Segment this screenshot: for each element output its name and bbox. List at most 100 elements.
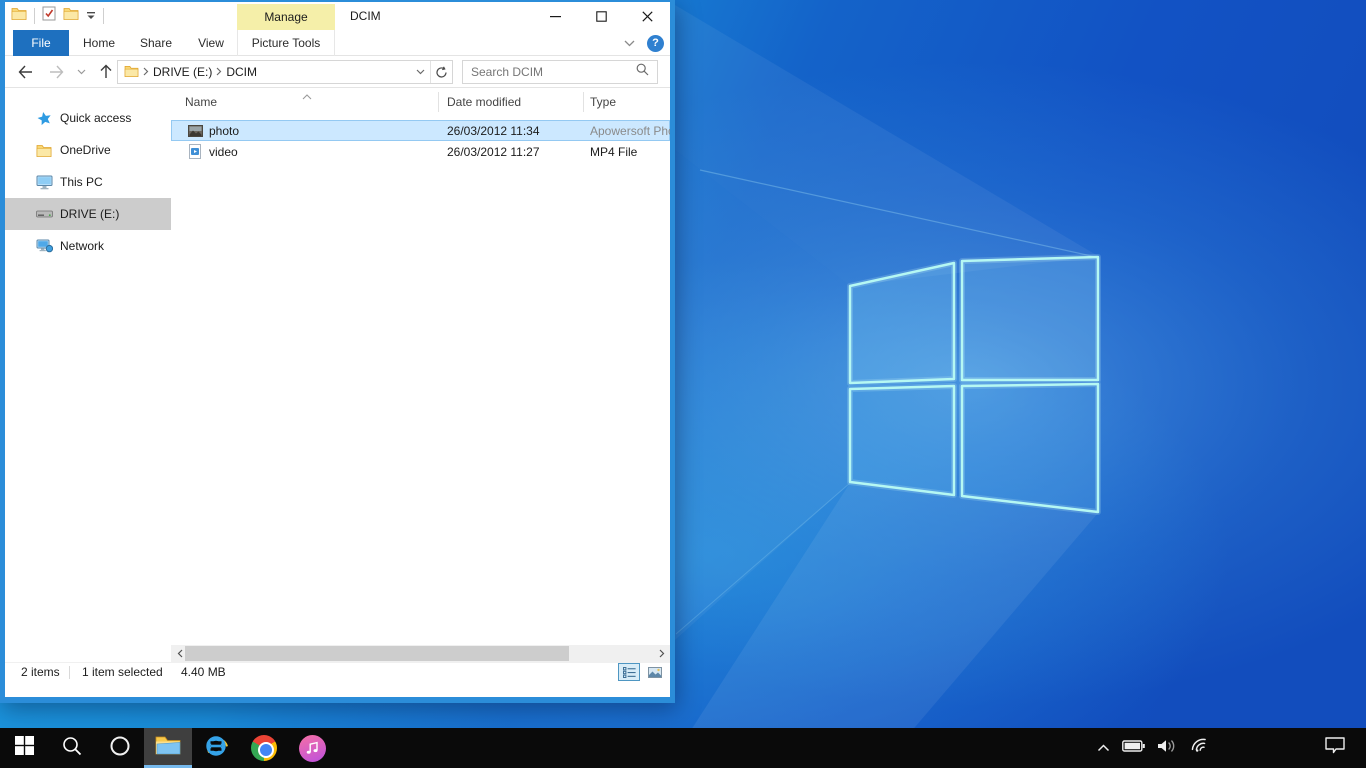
wifi-icon[interactable] [1190, 738, 1210, 758]
file-row-photo[interactable]: photo 26/03/2012 11:34 Apowersoft Pho [171, 120, 670, 141]
status-bar: 2 items 1 item selected 4.40 MB [5, 662, 670, 681]
large-icons-view-button[interactable] [644, 663, 666, 681]
this-pc-icon [35, 175, 53, 190]
navigation-pane: Quick access OneDrive This PC [5, 88, 171, 662]
status-selection: 1 item selected [82, 665, 163, 679]
column-divider[interactable] [438, 92, 439, 112]
breadcrumb: DRIVE (E:) DCIM [118, 65, 410, 80]
sidebar-item-onedrive[interactable]: OneDrive [5, 134, 171, 166]
sidebar-item-quick-access[interactable]: Quick access [5, 102, 171, 134]
qat-separator [103, 8, 104, 24]
quick-access-star-icon [35, 111, 53, 126]
close-button[interactable] [624, 2, 670, 30]
address-dropdown-chevron-icon[interactable] [410, 61, 430, 83]
sidebar-item-label: DRIVE (E:) [60, 207, 119, 221]
file-date-modified: 26/03/2012 11:34 [447, 124, 540, 138]
file-list-pane: Name Date modified Type photo 26/03/2012… [171, 88, 670, 662]
windows-start-icon [15, 736, 34, 760]
column-header-name[interactable]: Name [185, 95, 217, 109]
action-center-icon [1325, 737, 1345, 759]
minimize-button[interactable] [532, 2, 578, 30]
refresh-icon[interactable] [430, 61, 452, 83]
sidebar-item-network[interactable]: Network [5, 230, 171, 262]
breadcrumb-item-dcim[interactable]: DCIM [226, 65, 257, 79]
file-date-modified: 26/03/2012 11:27 [447, 145, 540, 159]
column-divider[interactable] [583, 92, 584, 112]
new-folder-icon[interactable] [63, 7, 79, 25]
title-bar[interactable]: Manage DCIM [5, 2, 670, 30]
action-center-button[interactable] [1312, 728, 1358, 768]
status-selection-size: 4.40 MB [181, 665, 226, 679]
tab-home[interactable]: Home [75, 30, 123, 56]
chevron-right-icon[interactable] [216, 65, 222, 79]
taskbar [0, 728, 1366, 768]
onedrive-folder-icon [35, 144, 53, 157]
column-header-type[interactable]: Type [590, 95, 616, 109]
internet-explorer-icon [202, 732, 230, 765]
sidebar-item-label: Quick access [60, 111, 131, 125]
itunes-button[interactable] [288, 728, 336, 768]
desktop: Manage DCIM File Home Share View Picture… [0, 0, 1366, 768]
recent-locations-chevron-icon[interactable] [77, 69, 86, 75]
help-icon[interactable]: ? [647, 35, 664, 52]
start-button[interactable] [0, 728, 48, 768]
sidebar-item-drive-e[interactable]: DRIVE (E:) [5, 198, 171, 230]
breadcrumb-item-drive[interactable]: DRIVE (E:) [153, 65, 212, 79]
chrome-icon [251, 735, 277, 761]
back-icon[interactable] [17, 65, 33, 79]
scrollbar-thumb[interactable] [185, 646, 569, 661]
sidebar-item-label: Network [60, 239, 104, 253]
chevron-right-icon[interactable] [143, 65, 149, 79]
ribbon-context-group-manage[interactable]: Manage [237, 4, 335, 30]
tray-expand-chevron-icon[interactable] [1097, 739, 1110, 757]
up-icon[interactable] [99, 64, 113, 79]
file-row-video[interactable]: video 26/03/2012 11:27 MP4 File [171, 141, 670, 162]
tab-picture-tools[interactable]: Picture Tools [237, 30, 335, 56]
tab-file[interactable]: File [13, 30, 69, 56]
file-type: MP4 File [590, 145, 637, 159]
sidebar-item-this-pc[interactable]: This PC [5, 166, 171, 198]
qat-separator [34, 8, 35, 24]
scroll-right-icon[interactable] [653, 645, 670, 662]
navigation-bar: DRIVE (E:) DCIM [5, 56, 670, 88]
status-divider [69, 666, 70, 679]
address-bar[interactable]: DRIVE (E:) DCIM [117, 60, 453, 84]
cortana-icon [109, 735, 131, 762]
column-header-date-modified[interactable]: Date modified [447, 95, 521, 109]
search-input[interactable] [463, 65, 636, 79]
tab-view[interactable]: View [187, 30, 235, 56]
qat-customize-dropdown-icon[interactable] [86, 7, 96, 25]
maximize-button[interactable] [578, 2, 624, 30]
search-icon [62, 736, 82, 761]
quick-access-toolbar [11, 2, 104, 30]
internet-explorer-button[interactable] [192, 728, 240, 768]
explorer-app-icon[interactable] [11, 7, 27, 25]
drive-icon [35, 210, 53, 218]
sidebar-item-label: OneDrive [60, 143, 111, 157]
window-title: DCIM [350, 2, 381, 30]
sort-ascending-caret-icon [302, 89, 312, 103]
tab-share[interactable]: Share [129, 30, 183, 56]
folder-icon [124, 65, 139, 80]
file-name: video [209, 145, 434, 159]
taskbar-search-button[interactable] [48, 728, 96, 768]
file-type: Apowersoft Pho [590, 124, 670, 138]
properties-check-icon[interactable] [42, 6, 56, 26]
explorer-main: Quick access OneDrive This PC [5, 88, 670, 662]
horizontal-scrollbar[interactable] [171, 645, 670, 662]
details-view-button[interactable] [618, 663, 640, 681]
network-icon [35, 239, 53, 253]
expand-ribbon-chevron-icon[interactable] [624, 36, 635, 50]
forward-icon[interactable] [49, 65, 65, 79]
status-item-count: 2 items [21, 665, 60, 679]
chrome-button[interactable] [240, 728, 288, 768]
cortana-button[interactable] [96, 728, 144, 768]
photo-thumbnail-icon [187, 125, 203, 137]
volume-icon[interactable] [1157, 739, 1178, 758]
search-box[interactable] [462, 60, 658, 84]
battery-icon[interactable] [1122, 739, 1145, 757]
search-icon[interactable] [636, 63, 657, 81]
sidebar-item-label: This PC [60, 175, 103, 189]
taskbar-file-explorer-button[interactable] [144, 728, 192, 768]
file-name: photo [209, 124, 434, 138]
